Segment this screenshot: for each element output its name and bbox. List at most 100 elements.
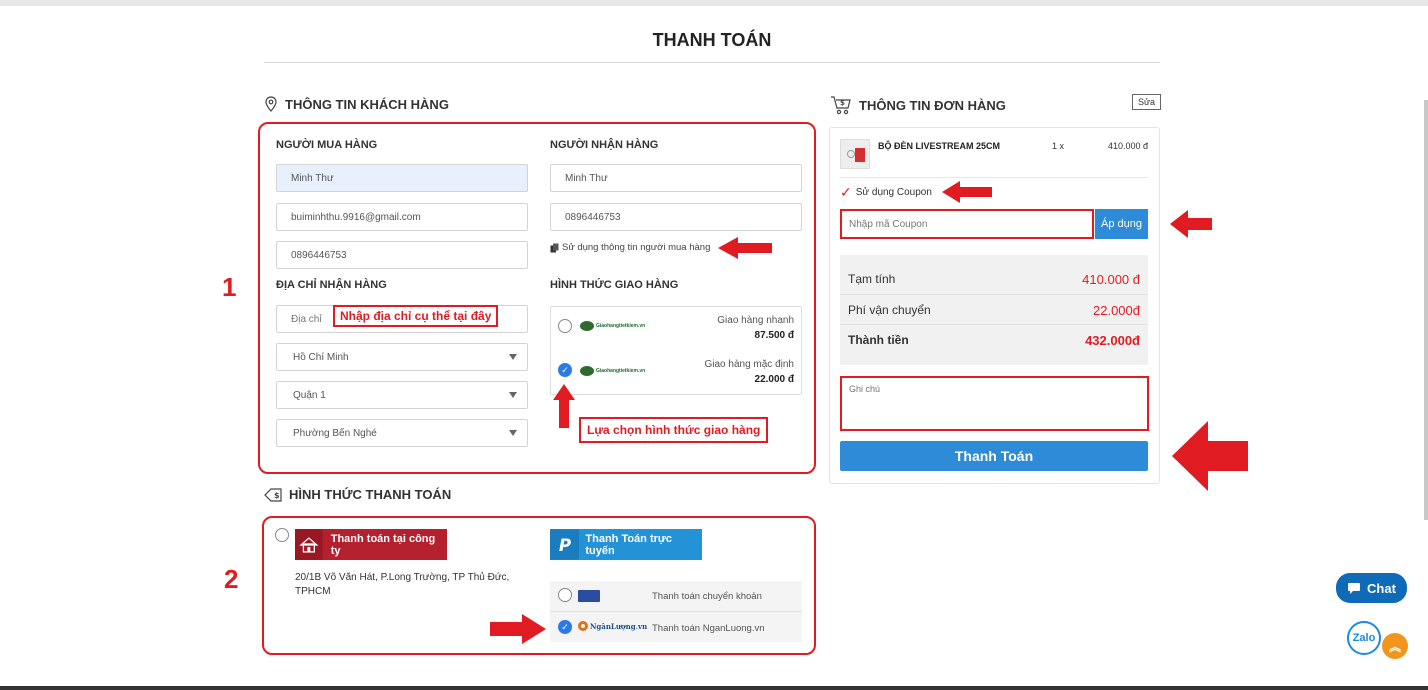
order-divider xyxy=(840,177,1148,178)
chat-label: Chat xyxy=(1367,580,1396,596)
arrow-left-icon xyxy=(718,237,772,259)
svg-text:P: P xyxy=(559,536,571,555)
svg-text:$: $ xyxy=(840,99,845,107)
note-placeholder: Ghi chú xyxy=(849,384,881,394)
arrow-left-icon xyxy=(942,181,992,203)
zalo-button[interactable]: Zalo xyxy=(1347,621,1381,655)
coupon-input[interactable]: Nhập mã Coupon xyxy=(840,209,1094,239)
chevron-down-icon xyxy=(509,354,517,360)
district-value: Quận 1 xyxy=(293,389,326,401)
location-pin-icon xyxy=(265,96,277,112)
chevron-down-icon xyxy=(509,392,517,398)
address-heading: ĐỊA CHỈ NHẬN HÀNG xyxy=(276,279,387,291)
subtotal-label: Tạm tính xyxy=(848,272,896,286)
bank-card-icon xyxy=(578,590,600,602)
nganluong-radio[interactable]: ✓ xyxy=(558,620,572,634)
note-textarea[interactable]: Ghi chú xyxy=(840,376,1149,431)
arrow-right-icon xyxy=(490,614,546,644)
shipping-fee-row: Phí vận chuyển 22.000đ xyxy=(840,300,1148,320)
chat-button[interactable]: Chat xyxy=(1336,573,1407,603)
nganluong-logo: NgânLượng.vn xyxy=(578,621,647,631)
copy-icon xyxy=(550,243,559,252)
annotation-number-1: 1 xyxy=(222,272,237,302)
shipping-fast-name: Giao hàng nhanh xyxy=(717,315,794,326)
shipping-fee-value: 22.000đ xyxy=(1093,302,1140,318)
shipping-default-price: 22.000 đ xyxy=(754,374,794,385)
city-select[interactable]: Hồ Chí Minh xyxy=(276,343,528,371)
arrow-up-icon xyxy=(553,384,575,428)
payment-online-label: Thanh Toán trực tuyến xyxy=(585,532,672,557)
nganluong-option[interactable]: ✓ xyxy=(558,620,572,634)
order-section-header: $ THÔNG TIN ĐƠN HÀNG xyxy=(830,95,1006,115)
buyer-phone-input[interactable]: 0896446753 xyxy=(276,241,528,269)
arrow-left-icon xyxy=(1172,421,1248,491)
payment-online-button[interactable]: P Thanh Toán trực tuyến xyxy=(550,529,702,560)
receiver-name-input[interactable]: Minh Thư xyxy=(550,164,802,192)
payment-section-header: $ HÌNH THỨC THANH TOÁN xyxy=(264,487,451,502)
receiver-phone-input[interactable]: 0896446753 xyxy=(550,203,802,231)
shopping-cart-icon: $ xyxy=(831,96,851,115)
total-row: Thành tiền 432.000đ xyxy=(840,330,1148,350)
nganluong-label: Thanh toán NganLuong.vn xyxy=(652,623,765,634)
shipping-fast-radio[interactable] xyxy=(558,319,572,333)
ghtk-logo: Giaohangtietkiem.vn xyxy=(580,366,645,376)
ghtk-logo: Giaohangtietkiem.vn xyxy=(580,321,645,331)
product-thumbnail[interactable] xyxy=(840,139,870,169)
use-buyer-info-link[interactable]: Sử dụng thông tin người mua hàng xyxy=(550,242,710,253)
shipping-option-default[interactable]: ✓ xyxy=(558,363,572,377)
double-chevron-up-icon: ︽ xyxy=(1388,639,1401,654)
annotation-number-2: 2 xyxy=(224,564,239,594)
product-name[interactable]: BỘ ĐÈN LIVESTREAM 25CM xyxy=(878,141,1000,151)
payment-company-radio[interactable] xyxy=(275,528,289,542)
svg-text:$: $ xyxy=(274,491,280,500)
subtotal-value: 410.000 đ xyxy=(1082,271,1140,287)
annotation-shipping-hint: Lựa chọn hình thức giao hàng xyxy=(579,417,769,443)
payment-company-label: Thanh toán tại công ty xyxy=(330,532,436,557)
district-select[interactable]: Quận 1 xyxy=(276,381,528,409)
checkout-button[interactable]: Thanh Toán xyxy=(840,441,1148,471)
scrollbar[interactable] xyxy=(1424,100,1428,520)
product-price: 410.000 đ xyxy=(1107,141,1148,151)
total-label: Thành tiền xyxy=(848,333,909,347)
apply-coupon-button[interactable]: Áp dụng xyxy=(1095,209,1148,239)
buyer-email-input[interactable]: buiminhthu.9916@gmail.com xyxy=(276,203,528,231)
top-bar xyxy=(0,0,1428,6)
shipping-default-name: Giao hàng mặc định xyxy=(704,359,794,370)
payment-tag-icon: $ xyxy=(264,487,282,502)
use-coupon-checkbox[interactable]: ✓ Sử dụng Coupon xyxy=(840,185,932,199)
ward-select[interactable]: Phường Bến Nghé xyxy=(276,419,528,447)
payment-company-option[interactable] xyxy=(275,528,289,542)
payment-company-button[interactable]: Thanh toán tại công ty xyxy=(295,529,447,560)
bank-transfer-radio[interactable] xyxy=(558,588,572,602)
edit-order-button[interactable]: Sửa xyxy=(1132,94,1162,110)
buyer-name-input[interactable]: Minh Thư xyxy=(276,164,528,192)
home-icon xyxy=(295,529,323,560)
product-qty: 1 x xyxy=(1052,141,1065,151)
payment-section-title: HÌNH THỨC THANH TOÁN xyxy=(289,487,452,502)
shipping-fast-price: 87.500 đ xyxy=(754,330,794,341)
receiver-heading: NGƯỜI NHẬN HÀNG xyxy=(550,139,659,151)
chevron-down-icon xyxy=(509,430,517,436)
shipping-option-fast[interactable] xyxy=(558,319,572,333)
bank-transfer-option[interactable] xyxy=(558,588,572,602)
paypal-icon: P xyxy=(550,529,580,560)
order-section-title: THÔNG TIN ĐƠN HÀNG xyxy=(859,97,1006,113)
city-value: Hồ Chí Minh xyxy=(293,351,349,363)
total-value: 432.000đ xyxy=(1085,332,1140,348)
coupon-placeholder: Nhập mã Coupon xyxy=(849,218,928,230)
summary-divider xyxy=(840,294,1148,295)
use-buyer-info-label: Sử dụng thông tin người mua hàng xyxy=(562,242,711,253)
title-divider xyxy=(264,62,1160,63)
bottom-bar xyxy=(0,686,1428,690)
company-address: 20/1B Võ Văn Hát, P.Long Trường, TP Thủ … xyxy=(295,572,510,597)
online-options-divider xyxy=(550,611,802,612)
summary-divider xyxy=(840,324,1148,325)
use-coupon-label: Sử dụng Coupon xyxy=(855,186,932,198)
customer-section-title: THÔNG TIN KHÁCH HÀNG xyxy=(285,96,449,112)
customer-section-header: THÔNG TIN KHÁCH HÀNG xyxy=(264,96,449,112)
scroll-top-button[interactable]: ︽ xyxy=(1382,633,1408,659)
arrow-left-icon xyxy=(1170,210,1212,238)
shipping-default-radio[interactable]: ✓ xyxy=(558,363,572,377)
shipping-fee-label: Phí vận chuyển xyxy=(848,303,931,317)
bank-transfer-label: Thanh toán chuyển khoản xyxy=(652,591,762,602)
